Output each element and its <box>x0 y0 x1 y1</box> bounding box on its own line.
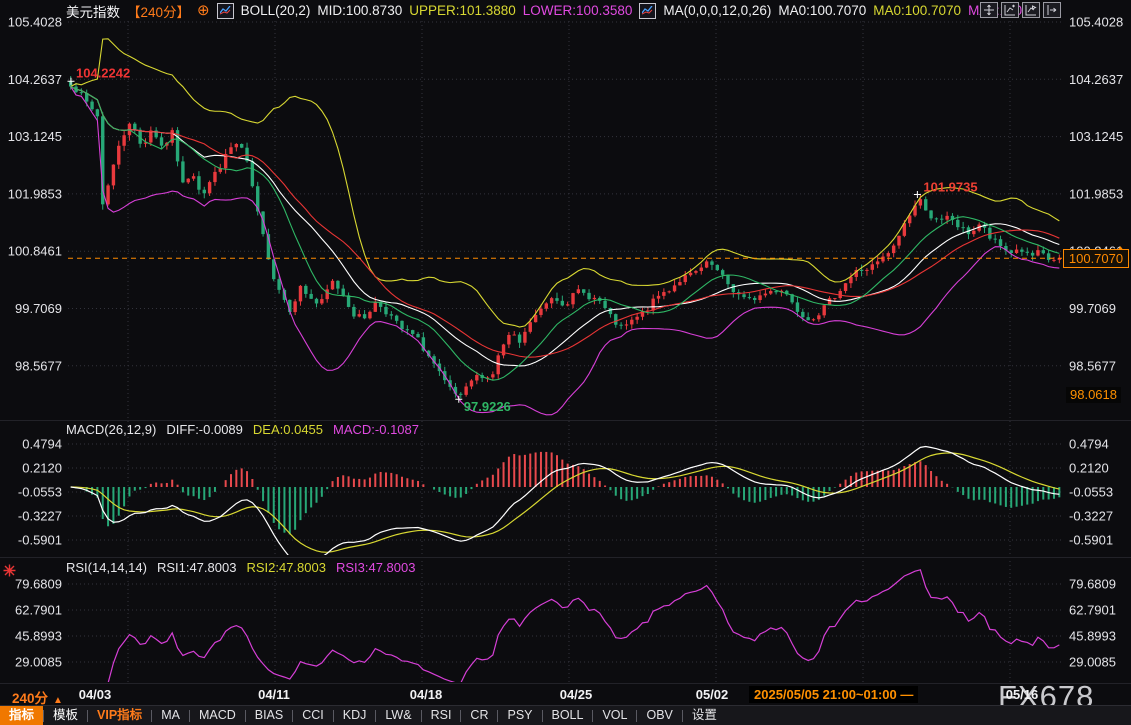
chart-tool-buttons <box>980 2 1061 18</box>
boll-mid-value: MID:100.8730 <box>317 3 402 18</box>
period-label: 【240分】 <box>127 1 190 21</box>
rsi3-value: RSI3:47.8003 <box>336 560 416 575</box>
rsi-params-and-rsi1: RSI(14,14,14) <box>66 560 147 575</box>
boll-upper-value: UPPER:101.3880 <box>409 3 516 18</box>
toolbar-item-VOL[interactable]: VOL <box>593 706 636 725</box>
x-axis-label: 04/11 <box>258 687 290 702</box>
svg-text:-0.3227: -0.3227 <box>18 508 62 523</box>
svg-text:99.7069: 99.7069 <box>15 301 62 316</box>
svg-text:45.8993: 45.8993 <box>15 628 62 643</box>
svg-text:104.2637: 104.2637 <box>1069 72 1123 87</box>
svg-text:101.9853: 101.9853 <box>1069 186 1123 201</box>
svg-text:45.8993: 45.8993 <box>1069 628 1116 643</box>
svg-text:-0.5901: -0.5901 <box>18 532 62 547</box>
toolbar-item-PSY[interactable]: PSY <box>498 706 541 725</box>
trading-app-window: 105.4028 105.4028 104.2637 104.2637 103.1245… <box>0 0 1131 725</box>
svg-text:29.0085: 29.0085 <box>1069 654 1116 669</box>
svg-text:99.7069: 99.7069 <box>1069 301 1116 316</box>
rsi2-value: RSI2:47.8003 <box>246 560 326 575</box>
rsi1-value: RSI1:47.8003 <box>157 560 237 575</box>
svg-text:98.5677: 98.5677 <box>15 358 62 373</box>
svg-text:29.0085: 29.0085 <box>15 654 62 669</box>
toolbar-item-设置[interactable]: 设置 <box>683 706 726 725</box>
toolbar-item-CR[interactable]: CR <box>461 706 497 725</box>
svg-text:-0.0553: -0.0553 <box>1069 484 1113 499</box>
toolbar-item-模板[interactable]: 模板 <box>44 706 87 725</box>
crosshair-icon[interactable] <box>980 2 998 18</box>
x-axis-label: 04/18 <box>410 687 443 702</box>
zoom-in-chart-icon[interactable] <box>1022 2 1040 18</box>
symbol-name: 美元指数 <box>66 1 120 21</box>
svg-text:100.8461: 100.8461 <box>8 244 62 259</box>
x-axis-label: 05/02 <box>696 687 729 702</box>
svg-text:101.9735: 101.9735 <box>923 179 977 194</box>
macd-dea-value: DEA:0.0455 <box>253 422 323 437</box>
x-axis-label: 05/16 <box>1006 687 1039 702</box>
macd-params-and-diff: MACD(26,12,9) <box>66 422 156 437</box>
toolbar-item-CCI[interactable]: CCI <box>293 706 333 725</box>
svg-text:101.9853: 101.9853 <box>8 186 62 201</box>
toolbar-item-MACD[interactable]: MACD <box>190 706 245 725</box>
chart-canvas[interactable]: 105.4028 105.4028 104.2637 104.2637 103.1245… <box>0 0 1131 725</box>
svg-text:0.4794: 0.4794 <box>1069 436 1109 451</box>
svg-text:97.9226: 97.9226 <box>464 399 511 414</box>
svg-text:62.7901: 62.7901 <box>1069 602 1116 617</box>
svg-text:-0.3227: -0.3227 <box>1069 508 1113 523</box>
toolbar-item-BIAS[interactable]: BIAS <box>246 706 293 725</box>
svg-text:-0.0553: -0.0553 <box>18 484 62 499</box>
macd-bar-value: MACD:-0.1087 <box>333 422 419 437</box>
svg-text:105.4028: 105.4028 <box>1069 15 1123 30</box>
svg-text:105.4028: 105.4028 <box>8 15 62 30</box>
svg-text:62.7901: 62.7901 <box>15 602 62 617</box>
chart-header: 美元指数 【240分】 ⊕ BOLL(20,2) MID:100.8730 UP… <box>66 1 1033 20</box>
low-price-axis-badge: 98.0618 <box>1066 387 1121 403</box>
ma-value-yellow: MA0:100.7070 <box>873 3 961 18</box>
shift-right-icon[interactable] <box>1043 2 1061 18</box>
ma-params: MA(0,0,0,12,0,26) <box>663 3 771 18</box>
toolbar-item-BOLL[interactable]: BOLL <box>543 706 593 725</box>
toolbar-item-KDJ[interactable]: KDJ <box>334 706 376 725</box>
rsi-pane-header: RSI(14,14,14) RSI1:47.8003 RSI2:47.8003 RSI… <box>66 560 425 575</box>
toolbar-item-RSI[interactable]: RSI <box>422 706 461 725</box>
svg-text:79.6809: 79.6809 <box>15 577 62 592</box>
svg-text:104.2242: 104.2242 <box>76 65 130 80</box>
boll-chart-icon[interactable] <box>217 3 234 19</box>
boll-params: BOLL(20,2) <box>241 3 311 18</box>
toolbar-item-指标[interactable]: 指标 <box>0 706 43 725</box>
svg-text:-0.5901: -0.5901 <box>1069 532 1113 547</box>
svg-text:98.5677: 98.5677 <box>1069 358 1116 373</box>
add-indicator-icon[interactable]: ⊕ <box>197 4 210 18</box>
svg-text:0.4794: 0.4794 <box>22 436 62 451</box>
ma-value-white: MA0:100.7070 <box>778 3 866 18</box>
x-axis-label: 04/25 <box>560 687 593 702</box>
zoom-out-chart-icon[interactable] <box>1001 2 1019 18</box>
time-axis: 240分▲ 2025/05/05 21:00~01:00 — 04/03 04/1… <box>0 685 1131 706</box>
toolbar-item-MA[interactable]: MA <box>152 706 189 725</box>
svg-text:103.1245: 103.1245 <box>8 129 62 144</box>
svg-text:0.2120: 0.2120 <box>22 460 62 475</box>
toolbar-item-LW&[interactable]: LW& <box>376 706 420 725</box>
svg-text:79.6809: 79.6809 <box>1069 577 1116 592</box>
ma-chart-icon[interactable] <box>639 3 656 19</box>
session-time-badge: 2025/05/05 21:00~01:00 — <box>749 686 918 703</box>
period-selector[interactable]: 240分▲ <box>12 687 63 707</box>
macd-pane-header: MACD(26,12,9) DIFF:-0.0089 DEA:0.0455 MACD:… <box>66 422 429 437</box>
svg-text:0.2120: 0.2120 <box>1069 460 1109 475</box>
macd-diff-value: DIFF:-0.0089 <box>166 422 243 437</box>
x-axis-label: 04/03 <box>79 687 112 702</box>
alert-star-icon[interactable] <box>3 564 16 582</box>
last-price-badge: 100.7070 <box>1063 249 1129 268</box>
svg-text:103.1245: 103.1245 <box>1069 129 1123 144</box>
toolbar-item-VIP指标[interactable]: VIP指标 <box>88 706 151 725</box>
boll-lower-value: LOWER:100.3580 <box>523 3 633 18</box>
indicator-toolbar: 指标模板VIP指标MAMACDBIASCCIKDJLW&RSICRPSYBOLL… <box>0 705 1131 725</box>
toolbar-item-OBV[interactable]: OBV <box>637 706 681 725</box>
svg-text:104.2637: 104.2637 <box>8 72 62 87</box>
